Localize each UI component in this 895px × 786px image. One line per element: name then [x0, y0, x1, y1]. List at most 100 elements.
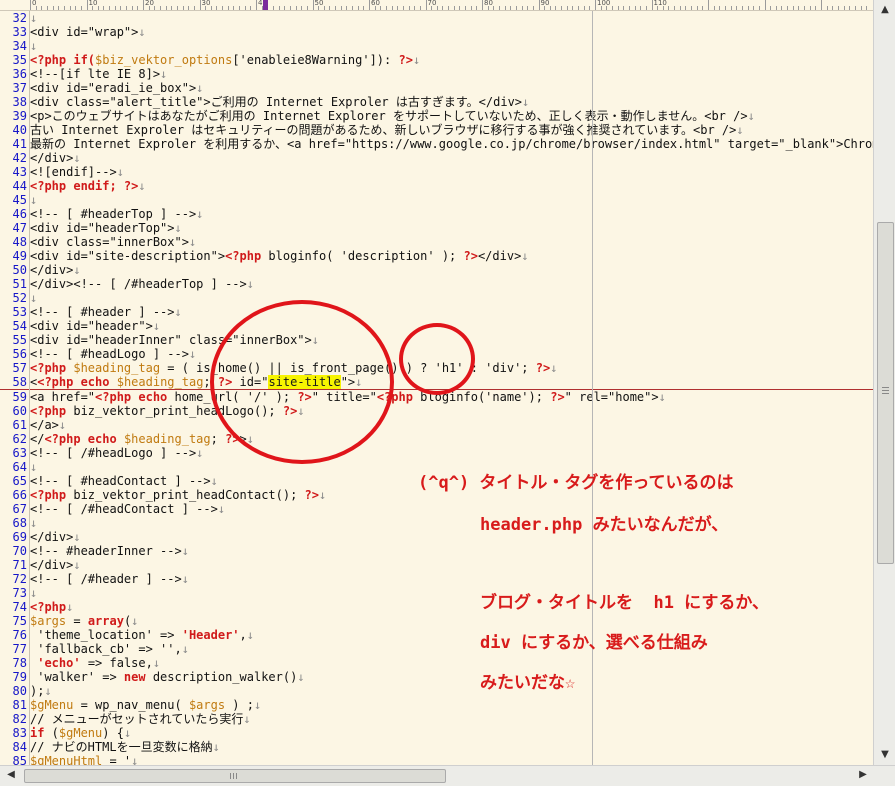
code-text: 'echo' => false,↓ — [30, 656, 160, 670]
line-break-icon: ↓ — [188, 235, 197, 249]
code-line[interactable]: 44 <?php endif; ?>↓ — [0, 179, 873, 193]
code-line[interactable]: 63 <!-- [ /#headLogo ] -->↓ — [0, 446, 873, 460]
code-token: , — [239, 628, 247, 642]
code-line[interactable]: 36 <!--[if lte IE 8]>↓ — [0, 67, 873, 81]
code-text: <!-- [ #header ] -->↓ — [30, 305, 182, 319]
code-line[interactable]: 75 $args = array(↓ — [0, 614, 873, 628]
code-line[interactable]: 70 <!-- #headerInner -->↓ — [0, 544, 873, 558]
annotation-circle-large — [210, 300, 394, 464]
code-token: <!-- [ /#headLogo ] --> — [30, 446, 197, 460]
code-line[interactable]: 38 <div class="alert_title">ご利用の Internet… — [0, 95, 873, 109]
ruler-tick — [634, 6, 636, 10]
ruler-tick — [527, 6, 529, 10]
code-line[interactable]: 77 'fallback_cb' => '',↓ — [0, 642, 873, 656]
line-break-icon: ↓ — [138, 25, 146, 39]
ruler-tick — [566, 6, 568, 10]
ruler-tick — [97, 6, 99, 10]
code-token: = wp_nav_menu( — [73, 698, 189, 712]
ruler-tick — [809, 6, 811, 10]
code-line[interactable]: 78 'echo' => false,↓ — [0, 656, 873, 670]
ruler-label: 80 — [484, 0, 493, 7]
code-line[interactable]: 48 <div class="innerBox">↓ — [0, 235, 873, 249]
code-line[interactable]: 76 'theme_location' => 'Header',↓ — [0, 628, 873, 642]
code-line[interactable]: 61 </a>↓ — [0, 418, 873, 432]
code-line[interactable]: 33 <div id="wrap">↓ — [0, 25, 873, 39]
code-line[interactable]: 46 <!-- [ #headerTop ] -->↓ — [0, 207, 873, 221]
code-line[interactable]: 34 ↓ — [0, 39, 873, 53]
scroll-right-icon[interactable]: ▶ — [855, 767, 871, 783]
code-token: $biz_vektor_options — [95, 53, 233, 67]
code-line[interactable]: 72 <!-- [ /#header ] -->↓ — [0, 572, 873, 586]
code-text: );↓ — [30, 684, 52, 698]
column-ruler: 0102030405060708090100110 — [0, 0, 873, 11]
ruler-tick — [352, 6, 354, 10]
code-line[interactable]: 43 <![endif]-->↓ — [0, 165, 873, 179]
code-line[interactable]: 62 </<?php echo $heading_tag; ?>>↓ — [0, 432, 873, 446]
code-token: <?php — [30, 361, 74, 375]
ruler-tick — [515, 6, 517, 10]
ruler-tick — [188, 6, 190, 10]
ruler-tick — [736, 6, 738, 10]
vertical-scroll-thumb[interactable] — [877, 222, 894, 564]
line-break-icon: ↓ — [181, 642, 189, 656]
code-token: <?php endif; ?> — [30, 179, 139, 193]
code-line[interactable]: 51 </div><!-- [ /#headerTop ] -->↓ — [0, 277, 873, 291]
ruler-tick — [120, 6, 122, 10]
code-line[interactable]: 69 </div>↓ — [0, 530, 873, 544]
vertical-scrollbar[interactable]: ▲ ▼ — [873, 0, 895, 765]
code-line[interactable]: 67 <!-- [ /#headContact ] -->↓ — [0, 502, 873, 516]
code-line[interactable]: 49 <div id="site-description"><?php blogi… — [0, 249, 873, 263]
code-line[interactable]: 83 if ($gMenu) {↓ — [0, 726, 873, 740]
ruler-tick — [414, 6, 416, 10]
code-line[interactable]: 84// ナビのHTMLを一旦変数に格納↓ — [0, 740, 873, 754]
code-line[interactable]: 82// メニューがセットされていたら実行↓ — [0, 712, 873, 726]
code-line[interactable]: 45 ↓ — [0, 193, 873, 207]
code-line[interactable]: 35 <?php if($biz_vektor_options['enableie… — [0, 53, 873, 67]
scroll-up-icon[interactable]: ▲ — [877, 2, 893, 18]
code-line[interactable]: 41 最新の Internet Exproler を利用するか、<a href="… — [0, 137, 873, 151]
code-line[interactable]: 52 ↓ — [0, 291, 873, 305]
ruler-tick — [340, 6, 342, 10]
horizontal-scroll-thumb[interactable] — [24, 769, 446, 783]
code-text: <!-- [ #headContact ] -->↓ — [30, 474, 218, 488]
scroll-left-icon[interactable]: ◀ — [3, 767, 19, 783]
code-token: 'echo' — [37, 656, 81, 670]
code-line[interactable]: 40 古い Internet Exproler はセキュリティーの問題があるため、… — [0, 123, 873, 137]
code-line[interactable]: 81 $gMenu = wp_nav_menu( $args ) ;↓ — [0, 698, 873, 712]
code-token: description_walker() — [145, 670, 298, 684]
ruler-tick — [753, 6, 755, 10]
code-line[interactable]: 60 <?php biz_vektor_print_headLogo(); ?>↓ — [0, 404, 873, 418]
code-token: // メニューがセットされていたら実行 — [30, 712, 244, 726]
line-break-icon: ↓ — [44, 684, 52, 698]
ruler-tick — [640, 6, 642, 10]
code-text: <!-- [ /#header ] -->↓ — [30, 572, 189, 586]
code-line[interactable]: 80);↓ — [0, 684, 873, 698]
code-line[interactable]: 85 $gMenuHtml = '↓ — [0, 754, 873, 765]
code-line[interactable]: 32 ↓ — [0, 11, 873, 25]
ruler-tick — [46, 6, 48, 10]
code-line[interactable]: 39 <p>このウェブサイトはあなたがご利用の Internet Explorer… — [0, 109, 873, 123]
ruler-tick — [685, 6, 687, 10]
line-break-icon: ↓ — [30, 516, 38, 530]
ruler-tick — [369, 0, 370, 10]
horizontal-scrollbar[interactable]: ◀ ▶ — [0, 765, 895, 786]
code-line[interactable]: 68 ↓ — [0, 516, 873, 530]
code-text: <!--[if lte IE 8]>↓ — [30, 67, 167, 81]
code-line[interactable]: 50 </div>↓ — [0, 263, 873, 277]
code-text: <!-- #headerInner -->↓ — [30, 544, 189, 558]
ruler-tick — [741, 6, 743, 10]
line-break-icon: ↓ — [73, 263, 81, 277]
scroll-down-icon[interactable]: ▼ — [877, 747, 893, 763]
code-token: <!-- [ #headLogo ] --> — [30, 347, 189, 361]
code-line[interactable]: 42 </div>↓ — [0, 151, 873, 165]
ruler-tick — [532, 6, 534, 10]
code-line[interactable]: 71 </div>↓ — [0, 558, 873, 572]
ruler-tick — [713, 6, 715, 10]
code-line[interactable]: 37 <div id="eradi_ie_box">↓ — [0, 81, 873, 95]
code-token: $heading_tag — [123, 432, 211, 446]
code-line[interactable]: 53 <!-- [ #header ] -->↓ — [0, 305, 873, 319]
code-line[interactable]: 79 'walker' => new description_walker()↓ — [0, 670, 873, 684]
line-break-icon: ↓ — [73, 558, 81, 572]
code-line[interactable]: 47 <div id="headerTop">↓ — [0, 221, 873, 235]
code-token: ?> — [304, 488, 319, 502]
